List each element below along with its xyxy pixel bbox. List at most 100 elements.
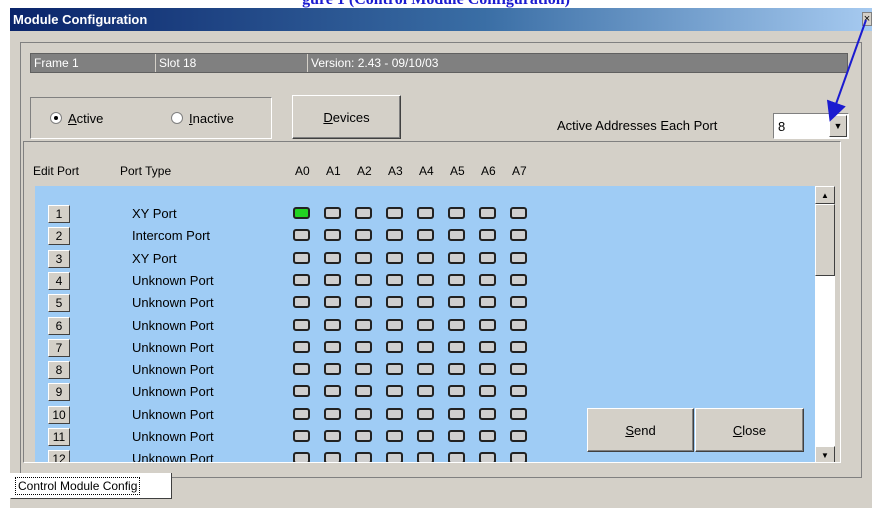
edit-port-button[interactable]: 2	[48, 227, 70, 246]
address-led[interactable]	[293, 318, 310, 331]
address-led[interactable]	[293, 452, 310, 462]
address-led[interactable]	[510, 340, 527, 353]
address-led[interactable]	[417, 340, 434, 353]
address-led[interactable]	[355, 318, 372, 331]
address-led[interactable]	[417, 407, 434, 420]
address-led[interactable]	[479, 318, 496, 331]
edit-port-button[interactable]: 7	[48, 338, 70, 357]
address-led[interactable]	[386, 385, 403, 398]
address-led[interactable]	[293, 273, 310, 286]
address-led[interactable]	[479, 452, 496, 462]
edit-port-button[interactable]: 11	[48, 428, 70, 446]
address-led[interactable]	[293, 363, 310, 376]
address-led[interactable]	[324, 430, 341, 442]
address-led[interactable]	[417, 385, 434, 398]
address-led[interactable]	[355, 296, 372, 309]
address-led[interactable]	[324, 229, 341, 242]
address-led[interactable]	[510, 407, 527, 420]
scroll-up-icon[interactable]: ▲	[815, 186, 835, 204]
address-led[interactable]	[293, 430, 310, 442]
address-led[interactable]	[355, 385, 372, 398]
devices-button[interactable]: Devices	[292, 95, 401, 139]
edit-port-button[interactable]: 5	[48, 294, 70, 313]
address-led[interactable]	[479, 251, 496, 264]
address-led[interactable]	[355, 207, 372, 219]
address-led[interactable]	[324, 296, 341, 309]
address-led[interactable]	[510, 452, 527, 462]
edit-port-button[interactable]: 1	[48, 205, 70, 223]
address-led[interactable]	[448, 296, 465, 309]
address-led[interactable]	[510, 296, 527, 309]
address-led[interactable]	[324, 363, 341, 376]
edit-port-button[interactable]: 10	[48, 405, 70, 424]
address-led[interactable]	[510, 207, 527, 219]
send-button[interactable]: Send	[587, 408, 694, 452]
address-led[interactable]	[355, 452, 372, 462]
address-led[interactable]	[293, 340, 310, 353]
address-led[interactable]	[479, 229, 496, 242]
address-led[interactable]	[386, 229, 403, 242]
address-led[interactable]	[479, 385, 496, 398]
address-led[interactable]	[386, 452, 403, 462]
edit-port-button[interactable]: 8	[48, 361, 70, 380]
address-led[interactable]	[293, 207, 310, 219]
address-led[interactable]	[355, 363, 372, 376]
close-button[interactable]: Close	[695, 408, 804, 452]
address-led[interactable]	[448, 385, 465, 398]
chevron-down-icon[interactable]: ▼	[829, 115, 847, 137]
address-led[interactable]	[386, 407, 403, 420]
address-led[interactable]	[417, 318, 434, 331]
address-led[interactable]	[293, 251, 310, 264]
edit-port-button[interactable]: 9	[48, 383, 70, 402]
address-led[interactable]	[324, 407, 341, 420]
address-led[interactable]	[386, 340, 403, 353]
address-led[interactable]	[324, 452, 341, 462]
address-led[interactable]	[417, 229, 434, 242]
address-led[interactable]	[324, 340, 341, 353]
address-led[interactable]	[417, 296, 434, 309]
address-led[interactable]	[386, 430, 403, 442]
address-led[interactable]	[479, 273, 496, 286]
address-led[interactable]	[355, 407, 372, 420]
address-led[interactable]	[355, 251, 372, 264]
address-led[interactable]	[448, 251, 465, 264]
address-led[interactable]	[417, 273, 434, 286]
address-led[interactable]	[448, 273, 465, 286]
address-led[interactable]	[386, 207, 403, 219]
addresses-dropdown[interactable]: 8 ▼	[773, 113, 849, 139]
edit-port-button[interactable]: 12	[48, 450, 70, 462]
inactive-radio[interactable]: Inactive	[171, 110, 234, 126]
tab-control-module-config[interactable]: Control Module Config	[10, 473, 172, 499]
address-led[interactable]	[510, 385, 527, 398]
address-led[interactable]	[293, 229, 310, 242]
address-led[interactable]	[386, 251, 403, 264]
scroll-down-icon[interactable]: ▼	[815, 446, 835, 462]
address-led[interactable]	[510, 251, 527, 264]
address-led[interactable]	[293, 407, 310, 420]
address-led[interactable]	[417, 251, 434, 264]
address-led[interactable]	[324, 318, 341, 331]
address-led[interactable]	[479, 340, 496, 353]
address-led[interactable]	[510, 363, 527, 376]
address-led[interactable]	[417, 430, 434, 442]
address-led[interactable]	[355, 229, 372, 242]
active-radio[interactable]: Active	[50, 110, 103, 126]
address-led[interactable]	[510, 318, 527, 331]
edit-port-button[interactable]: 6	[48, 316, 70, 335]
address-led[interactable]	[448, 452, 465, 462]
address-led[interactable]	[479, 296, 496, 309]
address-led[interactable]	[448, 340, 465, 353]
address-led[interactable]	[448, 207, 465, 219]
address-led[interactable]	[386, 363, 403, 376]
address-led[interactable]	[417, 207, 434, 219]
address-led[interactable]	[448, 430, 465, 442]
address-led[interactable]	[386, 318, 403, 331]
address-led[interactable]	[448, 229, 465, 242]
address-led[interactable]	[386, 296, 403, 309]
address-led[interactable]	[417, 363, 434, 376]
address-led[interactable]	[355, 273, 372, 286]
address-led[interactable]	[293, 385, 310, 398]
address-led[interactable]	[386, 273, 403, 286]
address-led[interactable]	[293, 296, 310, 309]
address-led[interactable]	[448, 407, 465, 420]
